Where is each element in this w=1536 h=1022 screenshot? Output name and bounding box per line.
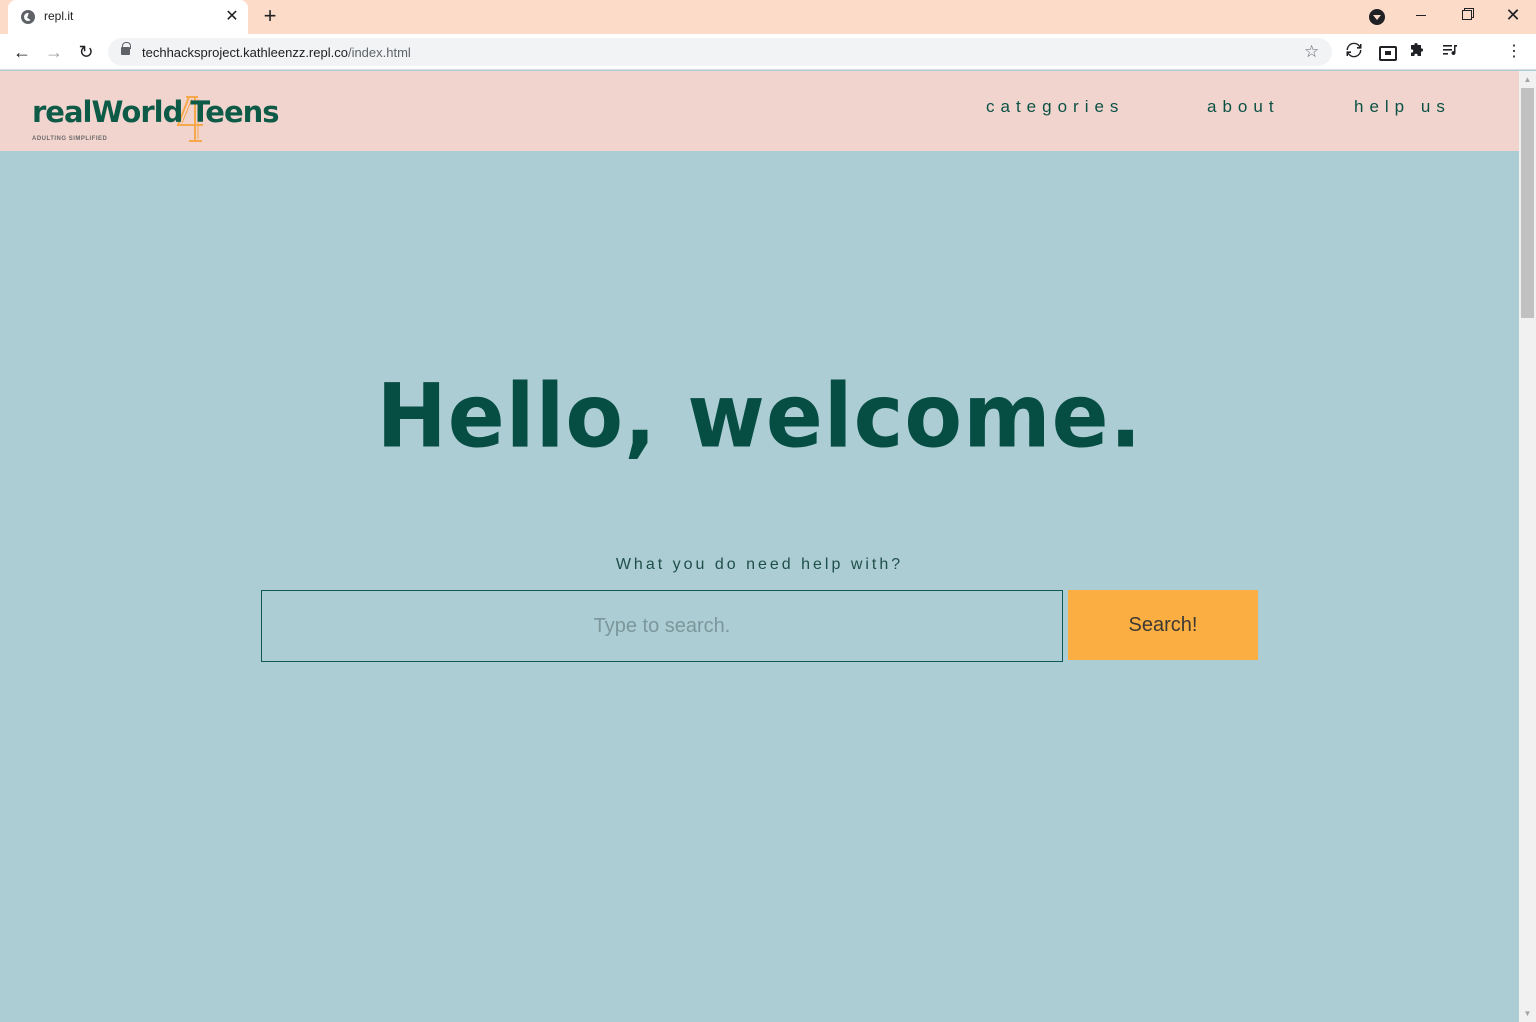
browser-tab-strip: repl.it ✕ + ✕ bbox=[0, 0, 1536, 34]
url-host: techhacksproject.kathleenzz.repl.co bbox=[142, 45, 348, 60]
maximize-button[interactable] bbox=[1444, 0, 1490, 30]
browser-menu-icon[interactable]: ⋮ bbox=[1504, 42, 1524, 62]
search-button[interactable]: Search! bbox=[1068, 590, 1258, 660]
logo-text-prefix: realWorld bbox=[32, 95, 183, 129]
site-logo[interactable]: realWorld Teens ADULTING SIMPLIFIED bbox=[32, 91, 292, 147]
back-button[interactable]: ← bbox=[8, 38, 36, 66]
hero-title: Hello, welcome. bbox=[376, 364, 1143, 468]
logo-tagline: ADULTING SIMPLIFIED bbox=[32, 136, 108, 142]
nav-link-about[interactable]: about bbox=[1207, 97, 1280, 117]
browser-tab[interactable]: repl.it ✕ bbox=[8, 0, 248, 34]
tab-close-icon[interactable]: ✕ bbox=[222, 7, 242, 27]
picture-in-picture-icon[interactable] bbox=[1376, 42, 1397, 62]
new-tab-button[interactable]: + bbox=[259, 5, 281, 27]
browser-toolbar: ← → ↻ techhacksproject.kathleenzz.repl.c… bbox=[0, 34, 1536, 70]
forward-button[interactable]: → bbox=[40, 38, 68, 66]
nav-link-categories[interactable]: categories bbox=[986, 97, 1124, 117]
lock-icon[interactable] bbox=[121, 42, 131, 55]
bookmark-star-icon[interactable]: ☆ bbox=[1304, 42, 1319, 62]
search-input[interactable] bbox=[261, 590, 1063, 662]
close-window-button[interactable]: ✕ bbox=[1490, 0, 1536, 30]
url-path: /index.html bbox=[347, 45, 411, 60]
logo-wordmark: realWorld Teens bbox=[32, 95, 280, 129]
extensions-icon[interactable] bbox=[1408, 42, 1428, 62]
sync-icon[interactable] bbox=[1344, 42, 1364, 62]
nav-link-help-us[interactable]: help us bbox=[1354, 97, 1451, 117]
search-prompt: What you do need help with? bbox=[615, 556, 904, 573]
vertical-scrollbar[interactable]: ▲ ▼ bbox=[1519, 71, 1536, 1022]
puzzle-icon-graphic bbox=[1411, 43, 1423, 56]
tab-search-icon[interactable] bbox=[1369, 9, 1385, 25]
site-header: realWorld Teens ADULTING SIMPLIFIED categ… bbox=[0, 71, 1519, 151]
globe-icon bbox=[21, 10, 35, 24]
logo-text-suffix: Teens bbox=[190, 95, 279, 129]
scroll-up-arrow-icon[interactable]: ▲ bbox=[1519, 71, 1536, 88]
page-viewport: realWorld Teens ADULTING SIMPLIFIED categ… bbox=[0, 71, 1519, 1022]
scrollbar-thumb[interactable] bbox=[1521, 88, 1534, 318]
sync-icon-graphic bbox=[1346, 42, 1362, 58]
tab-title: repl.it bbox=[44, 9, 74, 23]
address-bar[interactable]: techhacksproject.kathleenzz.repl.co/inde… bbox=[108, 38, 1332, 66]
url-text[interactable]: techhacksproject.kathleenzz.repl.co/inde… bbox=[142, 45, 411, 60]
scroll-down-arrow-icon[interactable]: ▼ bbox=[1519, 1005, 1536, 1022]
media-queue-icon-graphic bbox=[1443, 45, 1457, 56]
media-queue-icon[interactable] bbox=[1440, 42, 1460, 62]
reload-button[interactable]: ↻ bbox=[72, 38, 100, 66]
minimize-button[interactable] bbox=[1398, 0, 1444, 30]
